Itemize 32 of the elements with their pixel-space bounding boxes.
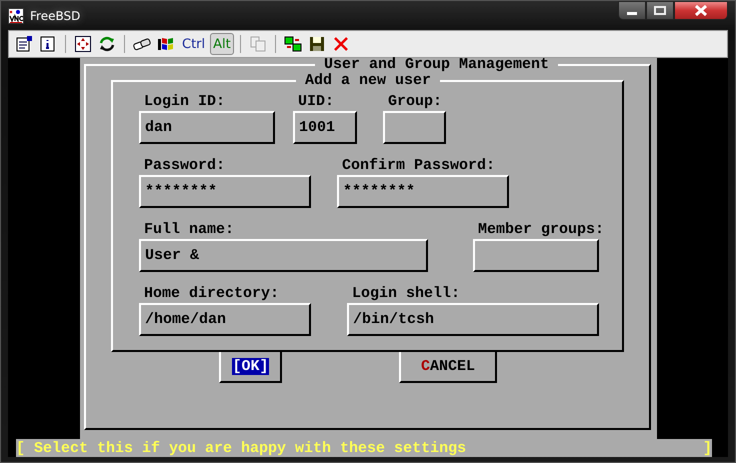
close-button[interactable] — [674, 1, 728, 20]
input-field[interactable] — [473, 239, 599, 272]
minimize-button[interactable] — [618, 1, 646, 20]
cancel-button[interactable]: CANCEL — [399, 350, 497, 383]
field-label: Password: — [143, 159, 226, 173]
input-field[interactable]: ******** — [337, 175, 509, 208]
field-label: Member groups: — [477, 223, 599, 237]
status-text: [ Select this if you are happy with these settings — [16, 440, 466, 456]
field-label: Home directory: — [143, 287, 280, 301]
input-field[interactable]: 1001 — [293, 111, 357, 144]
field-label: Login shell: — [351, 287, 462, 301]
input-field[interactable]: /bin/tcsh — [347, 303, 599, 336]
input-field[interactable]: dan — [139, 111, 275, 144]
field-label: Group: — [387, 95, 444, 109]
modifier-key-button[interactable]: Ctrl — [179, 33, 208, 55]
input-field[interactable] — [383, 111, 446, 144]
field-label: Full name: — [143, 223, 236, 237]
modifier-key-button[interactable]: Alt — [210, 33, 234, 55]
dialog-title: User and Group Management — [315, 58, 558, 72]
input-field[interactable]: ******** — [139, 175, 311, 208]
close-icon — [694, 5, 708, 16]
field-label: UID: — [297, 95, 336, 109]
input-field[interactable]: User & — [139, 239, 428, 272]
ok-button[interactable]: [OK] — [219, 350, 282, 383]
window-title: FreeBSD — [30, 8, 80, 22]
field-label: Login ID: — [143, 95, 226, 109]
fullscreen-icon[interactable] — [72, 33, 94, 55]
status-bracket: ] — [702, 440, 712, 456]
field-label: Confirm Password: — [341, 159, 496, 173]
input-field[interactable]: /home/dan — [139, 303, 311, 336]
maximize-button[interactable] — [646, 1, 674, 20]
vnc-logo-icon — [8, 8, 24, 24]
